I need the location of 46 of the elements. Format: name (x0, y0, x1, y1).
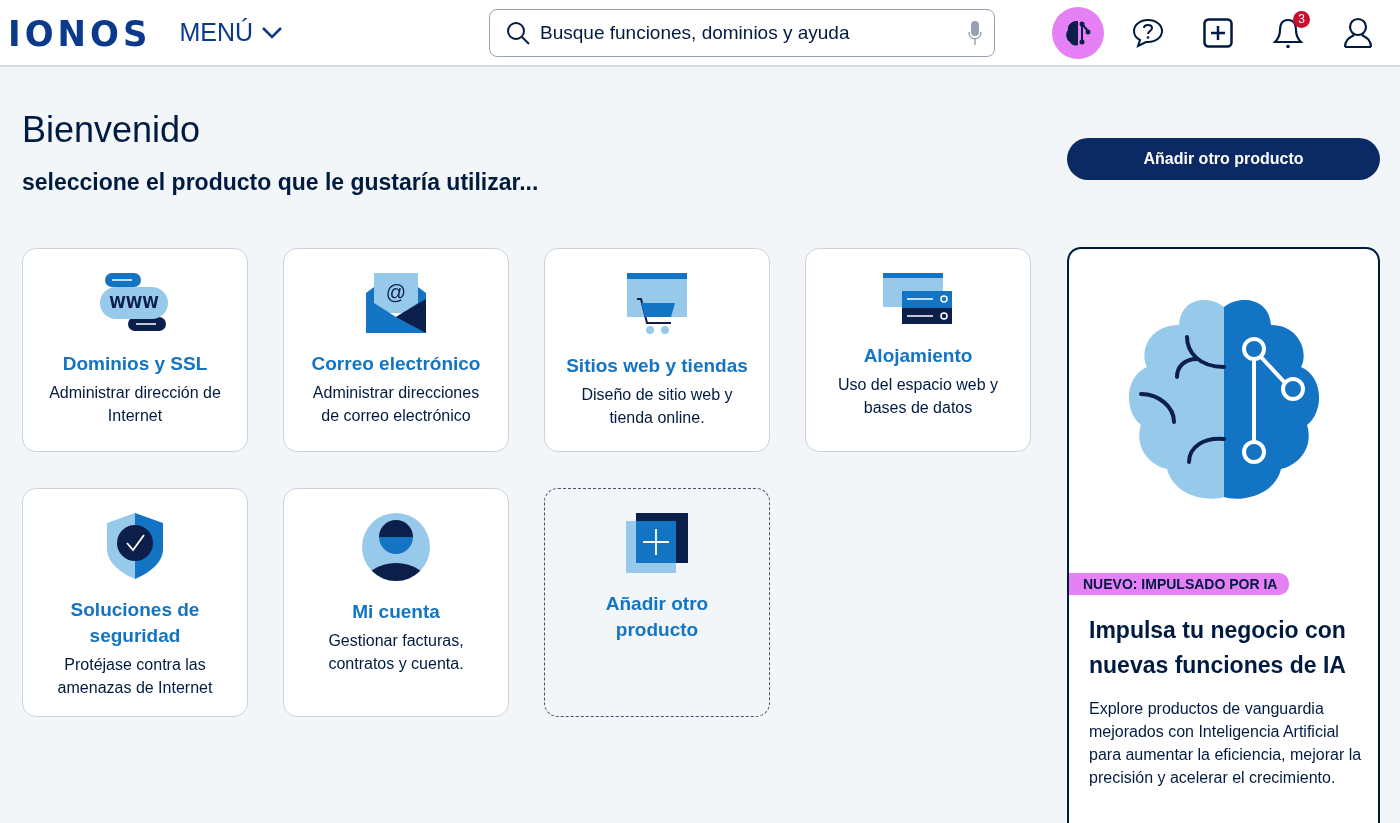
plus-square-icon (1203, 17, 1233, 48)
search-field[interactable]: Busque funciones, dominios y ayuda (538, 20, 960, 45)
product-description: Administrar direcciones de correo electrónico (311, 383, 481, 426)
product-title: Soluciones de seguridad (69, 598, 201, 648)
product-title: Mi cuenta (352, 600, 440, 624)
product-title: Dominios y SSL (62, 352, 208, 376)
product-title: Alojamiento (863, 344, 973, 368)
server-icon (883, 273, 953, 325)
product-card[interactable]: Soluciones de seguridad Protéjase contra las amenazas de Internet (22, 488, 248, 717)
add-product-card[interactable]: Añadir otro producto (544, 488, 770, 717)
promo-tag: NUEVO: IMPULSADO POR IA (1069, 573, 1290, 595)
promo-text: Explore productos de vanguardia mejorados con Inteligencia Artificial para aumentar la eficiencia, mejorar la precisión y acelerar el crecimiento. (1089, 699, 1362, 788)
product-title: Correo electrónico (311, 352, 481, 376)
product-card[interactable]: Sitios web y tiendas Diseño de sitio web y tienda online. (544, 248, 770, 452)
user-avatar-icon (362, 513, 430, 581)
add-product-icon (626, 513, 688, 573)
chevron-down-icon (261, 25, 283, 40)
bell-icon (1273, 16, 1303, 49)
shopping-cart-icon (627, 273, 687, 335)
welcome-title: Bienvenido (22, 109, 202, 151)
product-title: Añadir otro producto (604, 592, 710, 642)
add-product-button[interactable]: Añadir otro producto (1067, 138, 1380, 180)
product-description: Gestionar facturas, contratos y cuenta. (327, 631, 465, 674)
help-icon (1132, 17, 1164, 48)
ai-assistant-button[interactable] (1052, 6, 1104, 59)
product-card[interactable]: @ Correo electrónico Administrar direcciones de correo electrónico (283, 248, 509, 452)
promo-card[interactable] (1067, 247, 1380, 823)
notifications-button[interactable]: 3 (1262, 6, 1314, 59)
ionos-logo[interactable]: IONOS (8, 11, 152, 54)
menu-button[interactable]: MENÚ (179, 18, 283, 47)
promo-title: Impulsa tu negocio con nuevas funciones de IA (1089, 616, 1347, 680)
product-description: Diseño de sitio web y tienda online. (580, 385, 734, 428)
product-description: Uso del espacio web y bases de datos (836, 375, 1000, 418)
product-card[interactable]: WWW Dominios y SSL Administrar dirección de Internet (22, 248, 248, 452)
microphone-icon[interactable] (968, 20, 982, 45)
product-title: Sitios web y tiendas (566, 354, 748, 378)
product-description: Administrar dirección de Internet (48, 383, 222, 426)
search-bar[interactable]: Busque funciones, dominios y ayuda (489, 8, 995, 57)
product-card[interactable]: Alojamiento Uso del espacio web y bases de datos (805, 248, 1031, 452)
search-icon (506, 20, 530, 45)
user-icon (1343, 16, 1373, 49)
product-card[interactable]: Mi cuenta Gestionar facturas, contratos y cuenta. (283, 488, 509, 717)
product-description: Protéjase contra las amenazas de Internet (56, 655, 214, 698)
welcome-subtitle: seleccione el producto que le gustaría utilizar... (22, 169, 540, 196)
shield-check-icon (107, 513, 163, 579)
notification-badge: 3 (1293, 10, 1310, 28)
